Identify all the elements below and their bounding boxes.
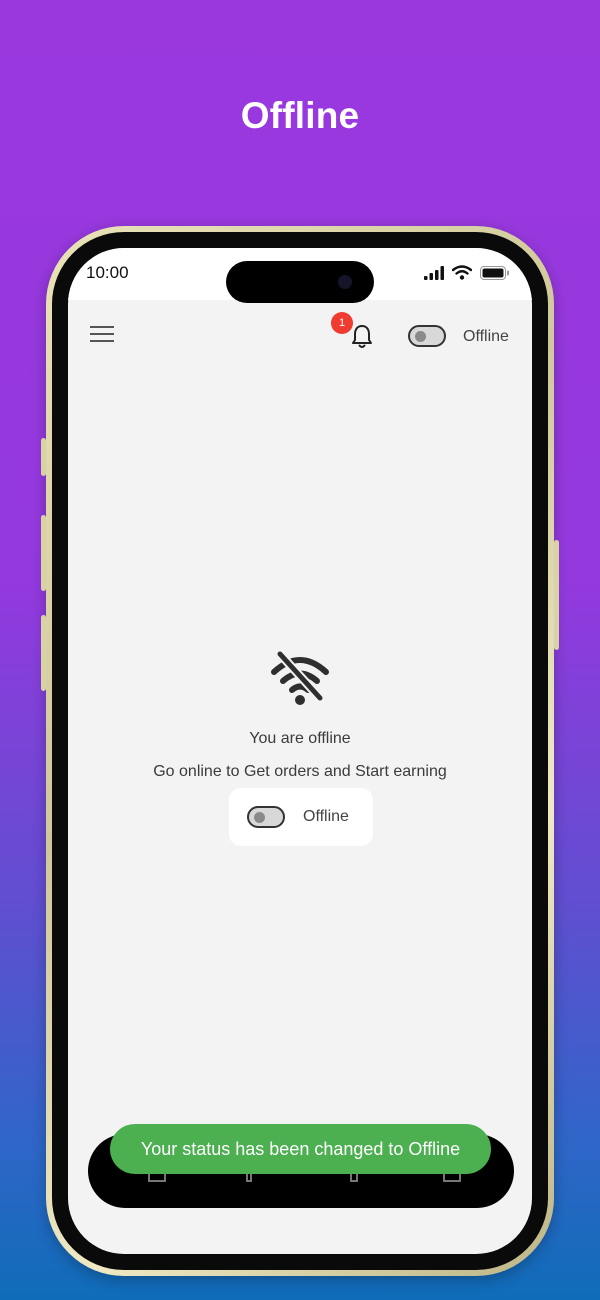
offline-panel: You are offline Go online to Get orders … (68, 648, 532, 781)
toggle-knob (254, 812, 265, 823)
dynamic-island (226, 261, 374, 303)
status-bar: 10:00 (68, 248, 532, 303)
phone-action-button (41, 438, 46, 476)
nav-profile-icon[interactable] (443, 1174, 461, 1182)
status-toast: Your status has been changed to Offline (110, 1124, 491, 1174)
status-toggle-label: Offline (303, 808, 349, 825)
battery-icon (480, 265, 509, 280)
offline-title: You are offline (249, 730, 351, 747)
header-status-label: Offline (463, 328, 509, 345)
nav-orders-icon[interactable] (246, 1174, 252, 1182)
notification-badge: 1 (331, 312, 353, 334)
bell-icon[interactable] (350, 322, 374, 350)
phone-volume-down-button (41, 615, 46, 691)
promo-title: Offline (240, 95, 360, 136)
nav-home-icon[interactable] (148, 1174, 166, 1182)
wifi-icon (452, 265, 472, 280)
status-icons (424, 265, 510, 280)
phone-volume-up-button (41, 515, 46, 591)
online-status-toggle[interactable] (247, 806, 285, 828)
wifi-off-icon (271, 649, 329, 705)
offline-subtitle: Go online to Get orders and Start earnin… (153, 763, 447, 780)
phone-screen: 10:00 1 Offline You are offline Go onlin… (68, 248, 532, 1254)
hamburger-menu-icon[interactable] (90, 324, 114, 344)
phone-power-button (554, 540, 559, 650)
toggle-knob (415, 331, 426, 342)
status-toggle-card: Offline (229, 788, 373, 846)
status-time: 10:00 (86, 263, 129, 282)
cellular-signal-icon (424, 265, 444, 280)
camera-icon (338, 275, 352, 289)
header-status-toggle[interactable] (408, 325, 446, 347)
nav-earnings-icon[interactable] (350, 1174, 358, 1182)
app-header: 1 Offline (68, 300, 532, 370)
